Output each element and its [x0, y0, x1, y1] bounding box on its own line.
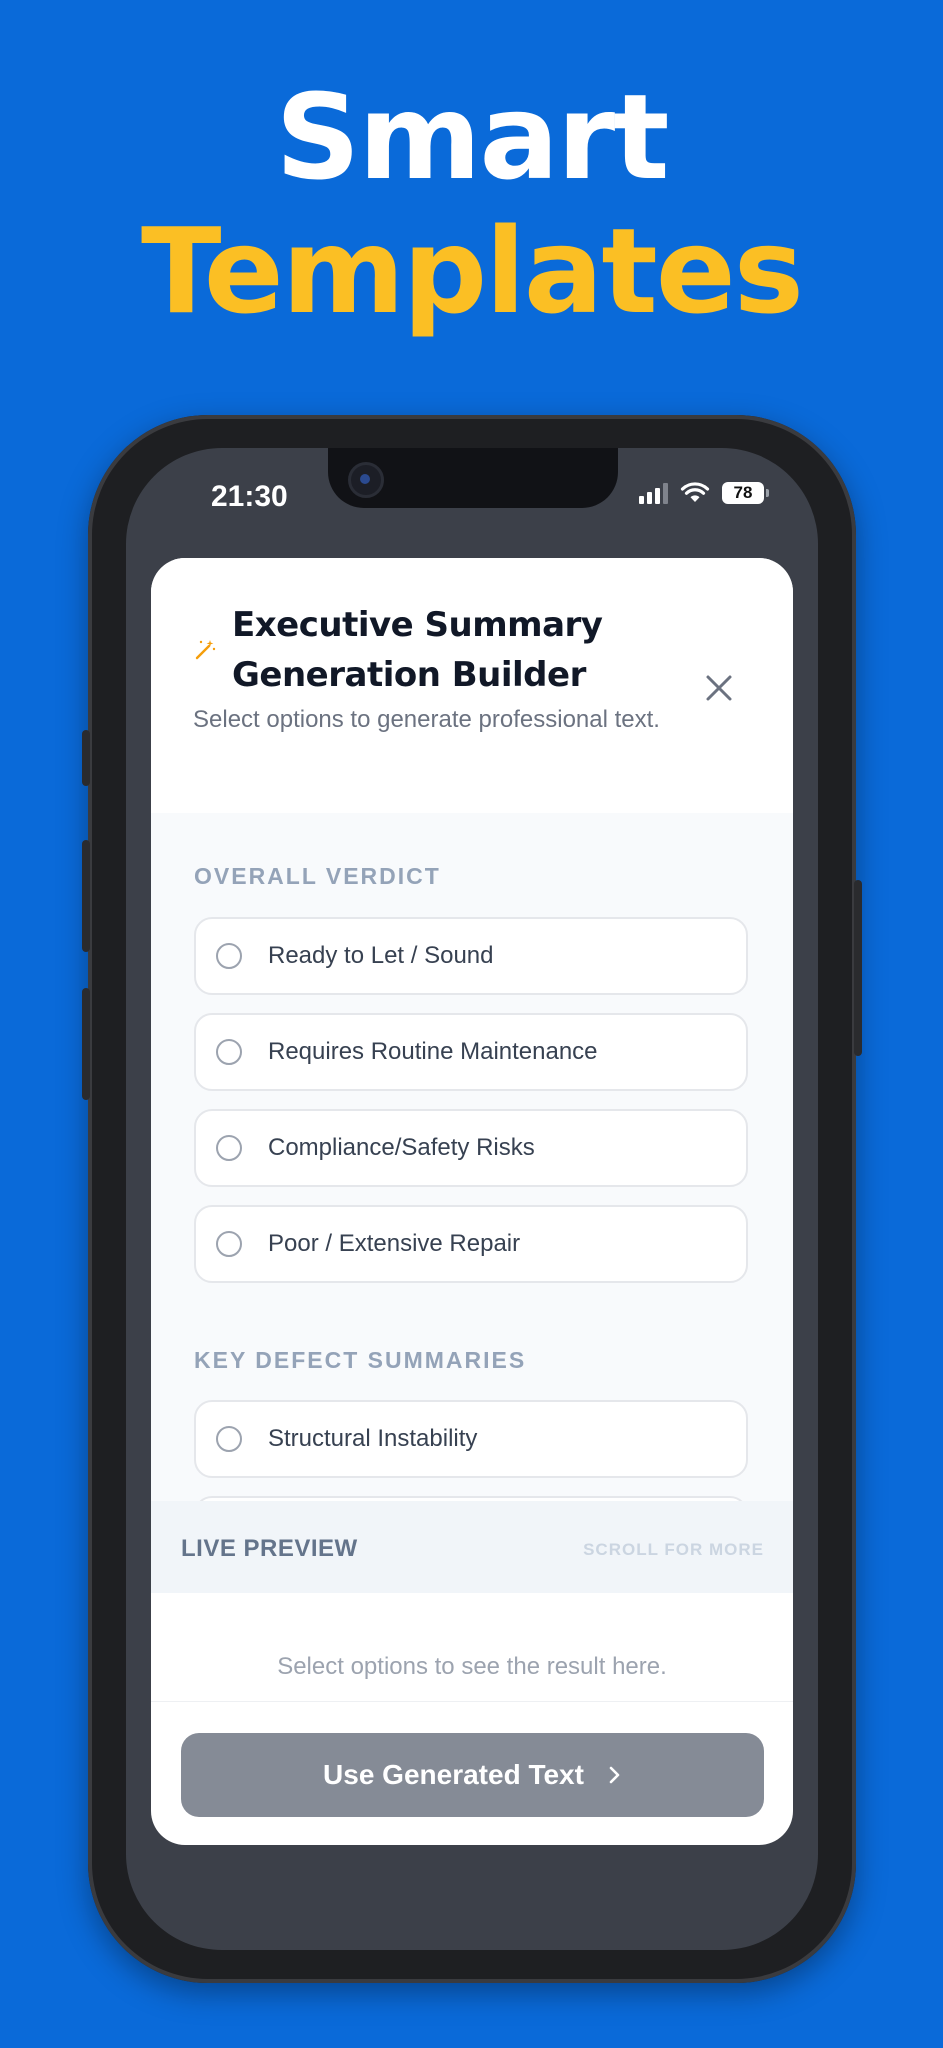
phone-volume-up: [82, 840, 90, 952]
live-preview-title: LIVE PREVIEW: [181, 1535, 358, 1562]
magic-wand-icon: [195, 640, 216, 660]
close-icon[interactable]: [703, 672, 735, 704]
chevron-right-icon: [609, 1766, 620, 1784]
section-label-key-defects: KEY DEFECT SUMMARIES: [194, 1347, 527, 1373]
section-label-overall-verdict: OVERALL VERDICT: [194, 863, 441, 889]
radio-icon[interactable]: [216, 1231, 242, 1257]
option-label: Compliance/Safety Risks: [268, 1134, 535, 1161]
phone-volume-down: [82, 988, 90, 1100]
option-label: Requires Routine Maintenance: [268, 1038, 598, 1065]
cellular-signal-icon: [639, 482, 668, 504]
summary-builder-modal: Executive Summary Generation Builder Sel…: [151, 558, 793, 1845]
phone-power-button: [854, 880, 862, 1056]
radio-icon[interactable]: [216, 943, 242, 969]
option-label: Ready to Let / Sound: [268, 942, 494, 969]
option-compliance-safety[interactable]: Compliance/Safety Risks: [194, 1109, 748, 1187]
modal-subtitle: Select options to generate professional …: [193, 706, 660, 733]
option-routine-maintenance[interactable]: Requires Routine Maintenance: [194, 1013, 748, 1091]
option-label: Structural Instability: [268, 1425, 478, 1452]
modal-header: Executive Summary Generation Builder Sel…: [151, 558, 793, 813]
radio-icon[interactable]: [216, 1135, 242, 1161]
live-preview-area: Select options to see the result here.: [151, 1593, 793, 1702]
use-generated-text-button[interactable]: Use Generated Text: [181, 1733, 764, 1817]
option-structural-instability[interactable]: Structural Instability: [194, 1400, 748, 1478]
battery-icon: 78: [722, 482, 769, 504]
camera-icon: [348, 462, 384, 498]
option-extensive-repair[interactable]: Poor / Extensive Repair: [194, 1205, 748, 1283]
headline-line-1: Smart: [275, 68, 669, 206]
option-label: Poor / Extensive Repair: [268, 1230, 521, 1257]
wifi-icon: [680, 482, 710, 502]
headline-line-2: Templates: [140, 202, 804, 340]
status-time: 21:30: [211, 480, 288, 513]
use-generated-text-label: Use Generated Text: [323, 1759, 584, 1790]
option-ready-to-let[interactable]: Ready to Let / Sound: [194, 917, 748, 995]
status-icons: 78: [639, 482, 769, 504]
scroll-hint: SCROLL FOR MORE: [583, 1540, 764, 1559]
radio-icon[interactable]: [216, 1039, 242, 1065]
radio-icon[interactable]: [216, 1426, 242, 1452]
live-preview-header: LIVE PREVIEW SCROLL FOR MORE: [151, 1501, 793, 1593]
modal-title: Executive Summary Generation Builder: [232, 605, 603, 695]
promo-headline: Smart Templates: [0, 70, 943, 338]
phone-silent-switch: [82, 730, 90, 786]
preview-placeholder: Select options to see the result here.: [277, 1653, 667, 1680]
